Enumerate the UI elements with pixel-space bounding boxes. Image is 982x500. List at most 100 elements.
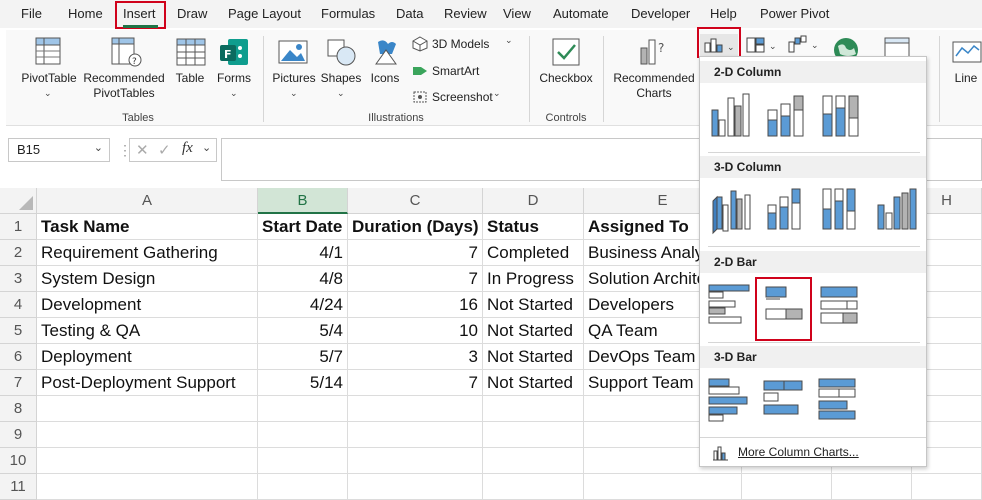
table-cell[interactable]: Deployment bbox=[37, 344, 258, 370]
name-box[interactable]: B15 ⌄ bbox=[8, 138, 110, 162]
table-cell[interactable]: 4/24 bbox=[258, 292, 348, 318]
empty-cell[interactable] bbox=[742, 474, 832, 500]
checkbox-button[interactable]: Checkbox bbox=[537, 71, 595, 86]
table-cell[interactable]: 7 bbox=[348, 370, 483, 396]
shapes-button[interactable]: Shapes bbox=[320, 71, 362, 86]
empty-cell[interactable] bbox=[37, 448, 258, 474]
table-cell[interactable]: Completed bbox=[483, 240, 584, 266]
tab-automate[interactable]: Automate bbox=[553, 0, 609, 28]
more-column-charts-link[interactable]: More Column Charts... bbox=[738, 445, 859, 459]
pictures-button[interactable]: Pictures bbox=[271, 71, 317, 86]
3d-models-button[interactable]: 3D Models bbox=[432, 37, 489, 52]
table-cell[interactable]: 5/4 bbox=[258, 318, 348, 344]
forms-icon[interactable]: F bbox=[218, 37, 250, 67]
3d-column-chart-option[interactable] bbox=[870, 183, 922, 235]
empty-cell[interactable] bbox=[348, 396, 483, 422]
row-header-9[interactable]: 9 bbox=[0, 422, 37, 448]
pivottable-icon[interactable] bbox=[30, 36, 66, 68]
line-sparkline-button[interactable]: Line bbox=[952, 71, 980, 86]
row-header-3[interactable]: 3 bbox=[0, 266, 37, 292]
empty-cell[interactable] bbox=[37, 422, 258, 448]
100-stacked-bar-chart-option[interactable] bbox=[815, 279, 867, 331]
table-cell[interactable]: 3 bbox=[348, 344, 483, 370]
tab-help[interactable]: Help bbox=[710, 0, 737, 28]
table-cell[interactable]: 7 bbox=[348, 266, 483, 292]
clustered-column-chart-option[interactable] bbox=[705, 90, 757, 142]
row-header-5[interactable]: 5 bbox=[0, 318, 37, 344]
empty-cell[interactable] bbox=[348, 474, 483, 500]
empty-cell[interactable] bbox=[483, 396, 584, 422]
empty-cell[interactable] bbox=[832, 474, 912, 500]
row-header-4[interactable]: 4 bbox=[0, 292, 37, 318]
smartart-icon[interactable] bbox=[412, 63, 428, 79]
pictures-icon[interactable] bbox=[277, 38, 309, 66]
row-header-1[interactable]: 1 bbox=[0, 214, 37, 240]
chevron-down-icon[interactable]: ⌄ bbox=[94, 141, 103, 154]
empty-cell[interactable] bbox=[584, 474, 742, 500]
3d-100-stacked-column-chart-option[interactable] bbox=[815, 183, 867, 235]
empty-cell[interactable] bbox=[37, 474, 258, 500]
3d-models-icon[interactable] bbox=[412, 36, 428, 52]
3d-clustered-bar-chart-option[interactable] bbox=[705, 373, 757, 425]
empty-cell[interactable] bbox=[348, 422, 483, 448]
recommended-charts-button[interactable]: Recommended Charts bbox=[609, 71, 699, 101]
empty-cell[interactable] bbox=[483, 422, 584, 448]
header-cell-d[interactable]: Status bbox=[483, 214, 584, 240]
empty-cell[interactable] bbox=[37, 396, 258, 422]
header-cell-a[interactable]: Task Name bbox=[37, 214, 258, 240]
stacked-column-chart-option[interactable] bbox=[760, 90, 812, 142]
checkbox-icon[interactable] bbox=[550, 36, 582, 68]
chevron-down-icon[interactable]: ⌄ bbox=[202, 141, 211, 154]
cancel-icon[interactable]: ✕ bbox=[136, 141, 149, 159]
table-cell[interactable]: Requirement Gathering bbox=[37, 240, 258, 266]
3d-stacked-column-chart-option[interactable] bbox=[760, 183, 812, 235]
select-all-corner[interactable] bbox=[0, 188, 37, 214]
table-cell[interactable]: Testing & QA bbox=[37, 318, 258, 344]
row-header-10[interactable]: 10 bbox=[0, 448, 37, 474]
tab-review[interactable]: Review bbox=[444, 0, 487, 28]
chevron-down-icon[interactable]: ⌄ bbox=[290, 88, 298, 99]
enter-icon[interactable]: ✓ bbox=[158, 141, 171, 159]
tab-draw[interactable]: Draw bbox=[177, 0, 207, 28]
chevron-down-icon[interactable]: ⌄ bbox=[493, 88, 501, 99]
table-cell[interactable]: Development bbox=[37, 292, 258, 318]
pivottable-button[interactable]: PivotTable bbox=[21, 71, 77, 86]
tab-data[interactable]: Data bbox=[396, 0, 423, 28]
icons-icon[interactable] bbox=[370, 36, 402, 68]
row-header-2[interactable]: 2 bbox=[0, 240, 37, 266]
forms-button[interactable]: Forms bbox=[214, 71, 254, 86]
screenshot-icon[interactable] bbox=[412, 89, 428, 105]
table-cell[interactable]: 16 bbox=[348, 292, 483, 318]
table-cell[interactable]: In Progress bbox=[483, 266, 584, 292]
chevron-down-icon[interactable]: ⌄ bbox=[337, 88, 345, 99]
formula-bar-grip-icon[interactable]: ⋮ bbox=[118, 141, 132, 159]
line-sparkline-icon[interactable] bbox=[952, 40, 982, 64]
clustered-bar-chart-option[interactable] bbox=[705, 279, 757, 331]
row-header-11[interactable]: 11 bbox=[0, 474, 37, 500]
tab-file[interactable]: File bbox=[21, 0, 42, 28]
row-header-6[interactable]: 6 bbox=[0, 344, 37, 370]
tab-developer[interactable]: Developer bbox=[631, 0, 690, 28]
icons-button[interactable]: Icons bbox=[368, 71, 402, 86]
row-header-7[interactable]: 7 bbox=[0, 370, 37, 396]
waterfall-chart-button[interactable]: ⌄ bbox=[787, 34, 821, 54]
table-cell[interactable]: Not Started bbox=[483, 318, 584, 344]
empty-cell[interactable] bbox=[258, 474, 348, 500]
empty-cell[interactable] bbox=[483, 448, 584, 474]
empty-cell[interactable] bbox=[912, 474, 982, 500]
3d-100-stacked-bar-chart-option[interactable] bbox=[815, 373, 867, 425]
table-cell[interactable]: Post-Deployment Support bbox=[37, 370, 258, 396]
chevron-down-icon[interactable]: ⌄ bbox=[505, 35, 513, 46]
row-header-8[interactable]: 8 bbox=[0, 396, 37, 422]
table-cell[interactable]: 10 bbox=[348, 318, 483, 344]
tab-view[interactable]: View bbox=[503, 0, 531, 28]
recommended-charts-icon[interactable]: ? bbox=[636, 36, 672, 68]
table-cell[interactable]: System Design bbox=[37, 266, 258, 292]
screenshot-button[interactable]: Screenshot bbox=[432, 90, 493, 105]
empty-cell[interactable] bbox=[258, 422, 348, 448]
shapes-icon[interactable] bbox=[325, 37, 357, 67]
empty-cell[interactable] bbox=[258, 396, 348, 422]
chevron-down-icon[interactable]: ⌄ bbox=[230, 88, 238, 99]
smartart-button[interactable]: SmartArt bbox=[432, 64, 479, 79]
table-cell[interactable]: 5/7 bbox=[258, 344, 348, 370]
